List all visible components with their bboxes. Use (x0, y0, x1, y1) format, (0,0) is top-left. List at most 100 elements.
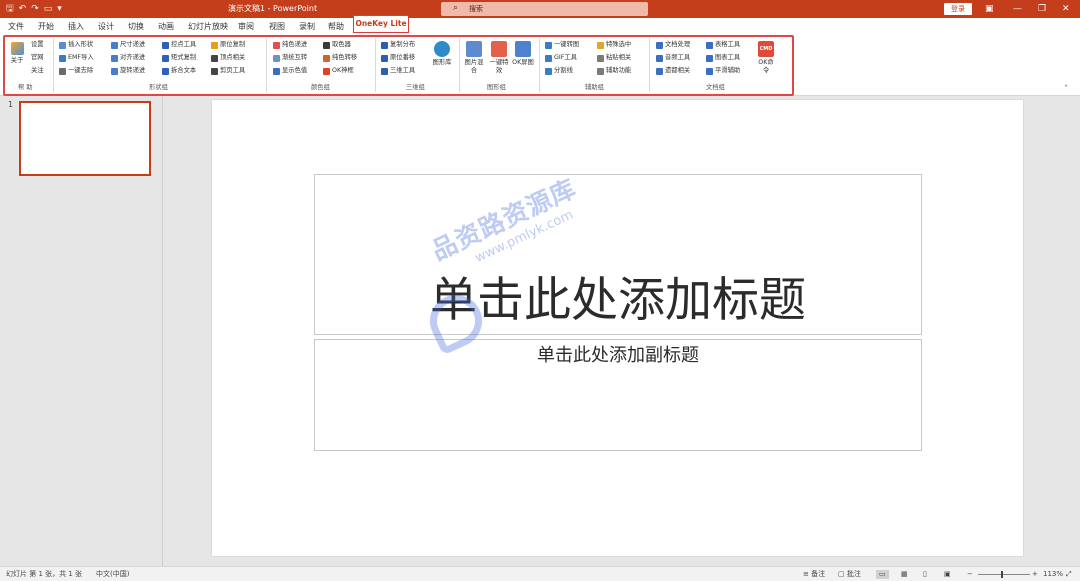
rb-label: 平滑辅助 (715, 67, 741, 74)
solid-transfer-button[interactable]: 纯色转移 (323, 54, 357, 62)
vertex-button[interactable]: 顶点相关 (211, 54, 245, 62)
rb-label: 原位复制 (220, 41, 246, 48)
paste-icon (597, 54, 604, 62)
group-label-shape: 形状组 (149, 84, 168, 91)
ok-screenshot-button[interactable]: OK屏图 (512, 41, 534, 67)
one-click-effect-button[interactable]: 一键特效 (488, 41, 510, 75)
tab-design[interactable]: 设计 (98, 21, 114, 32)
title-placeholder[interactable]: 单击此处添加标题 (314, 174, 922, 335)
minimize-icon[interactable]: — (1013, 1, 1022, 17)
align-step-button[interactable]: 对齐递进 (111, 54, 145, 62)
audio-icon (656, 54, 663, 62)
zoom-level[interactable]: 113% (1043, 570, 1063, 579)
divider-line-button[interactable]: 分割线 (545, 67, 573, 75)
slideshow-icon[interactable]: ▣ (944, 570, 951, 579)
login-button[interactable]: 登录 (944, 3, 972, 15)
follow-button[interactable]: 关注 (31, 67, 44, 75)
tab-insert[interactable]: 插入 (68, 21, 84, 32)
copy-distribute-button[interactable]: 复制分布 (381, 41, 415, 49)
tab-file[interactable]: 文件 (8, 21, 24, 32)
solid-step-button[interactable]: 纯色递进 (273, 41, 307, 49)
cut-page-button[interactable]: 剪页工具 (211, 67, 245, 75)
matrix-copy-button[interactable]: 矩式复制 (162, 54, 196, 62)
smooth-assist-button[interactable]: 平滑辅助 (706, 67, 740, 75)
present-icon[interactable]: ▭ (44, 2, 53, 16)
audio-tool-button[interactable]: 音频工具 (656, 54, 690, 62)
about-button[interactable]: 关于 (8, 42, 26, 65)
insert-shape-button[interactable]: 插入形状 (59, 41, 93, 49)
mask-related-button[interactable]: 遗都相关 (656, 67, 690, 75)
settings-button[interactable]: 设置 (31, 41, 44, 49)
3d-tools-button[interactable]: 三维工具 (381, 67, 415, 75)
rb-label: 复制分布 (390, 41, 416, 48)
notes-button[interactable]: ≡ 备注 (803, 570, 825, 579)
image-blend-button[interactable]: 图片混合 (463, 41, 485, 75)
zoom-slider[interactable] (978, 574, 1030, 575)
color-picker-button[interactable]: 取色器 (323, 41, 351, 49)
undo-icon[interactable]: ↶ (19, 2, 27, 16)
settings-label: 设置 (31, 41, 44, 48)
tab-onekey-lite[interactable]: OneKey Lite (353, 15, 409, 33)
one-click-remove-button[interactable]: 一键去除 (59, 67, 93, 75)
handle-tool-button[interactable]: 控点工具 (162, 41, 196, 49)
ok-command-button[interactable]: CMD OK命令 (756, 41, 776, 75)
group-label-aux: 辅助组 (585, 84, 604, 91)
normal-view-icon[interactable]: ▭ (876, 570, 889, 579)
website-button[interactable]: 官网 (31, 54, 44, 62)
zoom-out-icon[interactable]: − (967, 570, 973, 579)
collapse-ribbon-icon[interactable]: ˄ (1064, 84, 1068, 93)
cube-icon (381, 67, 388, 75)
in-place-move-button[interactable]: 原位番移 (381, 54, 415, 62)
ok-frame-button[interactable]: OK神框 (323, 67, 354, 75)
tab-animations[interactable]: 动画 (158, 21, 174, 32)
paste-button[interactable]: 粘贴相关 (597, 54, 631, 62)
status-bar: 幻灯片 第 1 张，共 1 张 中文(中国) ≡ 备注 ▢ 批注 ▭ ▦ ▯ ▣… (0, 566, 1080, 581)
one-click-image-button[interactable]: 一键转图 (545, 41, 579, 49)
fit-slide-icon[interactable]: ⤢ (1066, 570, 1072, 579)
tab-transitions[interactable]: 切换 (128, 21, 144, 32)
emf-import-button[interactable]: EMF导入 (59, 54, 94, 62)
split-text-button[interactable]: 拆合文本 (162, 67, 196, 75)
matrix-icon (162, 54, 169, 62)
rb-label: GIF工具 (554, 54, 577, 61)
customize-qat-icon[interactable]: ▾ (57, 2, 62, 16)
tab-slideshow[interactable]: 幻灯片放映 (188, 21, 228, 32)
chart-tool-button[interactable]: 图表工具 (706, 54, 740, 62)
tab-help[interactable]: 帮助 (328, 21, 344, 32)
rb-label: 文档处理 (665, 41, 691, 48)
copy-icon (211, 41, 218, 49)
tab-record[interactable]: 录制 (299, 21, 315, 32)
tab-view[interactable]: 视图 (269, 21, 285, 32)
restore-icon[interactable]: ❐ (1038, 1, 1046, 17)
shape-library-button[interactable]: 图形库 (432, 41, 452, 67)
special-select-button[interactable]: 特殊选中 (597, 41, 631, 49)
search-box[interactable]: ⌕ 搜索 (441, 2, 648, 16)
slide-sorter-icon[interactable]: ▦ (901, 570, 908, 579)
ribbon-display-icon[interactable]: ▣ (985, 1, 994, 17)
zoom-in-icon[interactable]: + (1032, 570, 1038, 579)
aux-function-button[interactable]: 辅助功能 (597, 67, 631, 75)
rb-label: OK神框 (332, 67, 354, 74)
language-indicator[interactable]: 中文(中国) (96, 570, 129, 579)
tab-home[interactable]: 开始 (38, 21, 54, 32)
rb-label: 原位番移 (390, 54, 416, 61)
gif-tool-button[interactable]: GIF工具 (545, 54, 577, 62)
save-icon[interactable]: 🖫 (6, 2, 14, 16)
doc-process-button[interactable]: 文档处理 (656, 41, 690, 49)
tab-review[interactable]: 审阅 (238, 21, 254, 32)
gradient-convert-button[interactable]: 渐统互转 (273, 54, 307, 62)
show-color-value-button[interactable]: 显示色值 (273, 67, 307, 75)
reading-view-icon[interactable]: ▯ (923, 570, 927, 579)
subtitle-placeholder[interactable]: 单击此处添加副标题 (314, 339, 922, 451)
in-place-copy-button[interactable]: 原位复制 (211, 41, 245, 49)
comments-button[interactable]: ▢ 批注 (838, 570, 861, 579)
title-bar: 🖫 ↶ ↷ ▭ ▾ 演示文稿1 - PowerPoint ⌕ 搜索 登录 ▣ —… (0, 0, 1080, 18)
slide-thumbnail[interactable] (19, 101, 151, 176)
size-step-button[interactable]: 尺寸递进 (111, 41, 145, 49)
close-icon[interactable]: ✕ (1062, 1, 1070, 17)
rb-label: 纯色转移 (332, 54, 358, 61)
redo-icon[interactable]: ↷ (31, 2, 39, 16)
zoom-slider-thumb[interactable] (1001, 571, 1003, 578)
rotate-step-button[interactable]: 旋转递进 (111, 67, 145, 75)
table-tool-button[interactable]: 表格工具 (706, 41, 740, 49)
